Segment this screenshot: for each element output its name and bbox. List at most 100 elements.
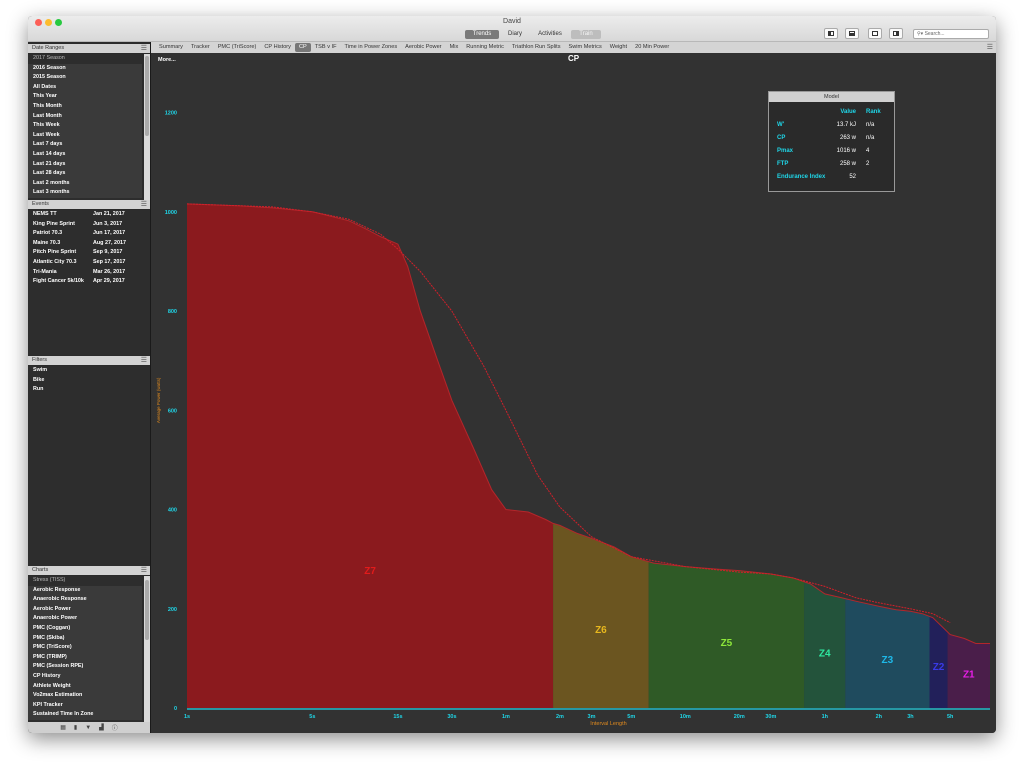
x-tick-label: 15s bbox=[393, 714, 402, 720]
main-area: Summary Tracker PMC (TriScore) CP History CP… bbox=[151, 42, 996, 733]
filters-header: Filters ☰ bbox=[28, 356, 150, 365]
events-header: Events ☰ bbox=[28, 200, 150, 209]
info-icon[interactable]: ⓘ bbox=[112, 723, 118, 732]
date-range-item[interactable]: All Dates bbox=[28, 82, 142, 93]
event-row[interactable]: Maine 70.3 Aug 27, 2017 bbox=[28, 239, 150, 249]
event-row[interactable]: NEMS TT Jan 21, 2017 bbox=[28, 210, 150, 220]
tab-chart[interactable]: CP bbox=[294, 43, 311, 52]
date-range-item[interactable]: Last 7 days bbox=[28, 140, 142, 150]
event-row[interactable]: Patriot 70.3 Jun 17, 2017 bbox=[28, 229, 150, 239]
view-diary-button[interactable]: Diary bbox=[501, 30, 529, 39]
chart-list-item[interactable]: PMC (TriScore) bbox=[28, 643, 142, 653]
tab-chart[interactable]: Triathlon Run Splits bbox=[508, 43, 565, 52]
event-row[interactable]: Fight Cancer 5k/10k Apr 29, 2017 bbox=[28, 277, 150, 287]
date-ranges-header: Date Ranges ☰ bbox=[28, 44, 150, 53]
tiled-view-button[interactable] bbox=[889, 28, 903, 39]
chart-list-item[interactable]: Anaerobic Power bbox=[28, 614, 142, 624]
date-range-item[interactable]: This Month bbox=[28, 101, 142, 112]
chart-list-item[interactable]: KPI Tracker bbox=[28, 700, 142, 711]
events-list: NEMS TT Jan 21, 2017 King Pine Sprint Jun 3… bbox=[28, 210, 150, 355]
date-ranges-scrollbar[interactable] bbox=[144, 54, 150, 200]
view-trends-button[interactable]: Trends bbox=[465, 30, 499, 39]
tab-chart[interactable]: Swim Metrics bbox=[565, 43, 606, 52]
filters-list: Swim Bike Run bbox=[28, 366, 150, 566]
date-range-item[interactable]: 2016 Season bbox=[28, 63, 142, 74]
date-range-item[interactable]: Last 3 months bbox=[28, 188, 142, 198]
chart-list-item[interactable]: PMC (Coggan) bbox=[28, 623, 142, 634]
chart-list-item[interactable]: CP History bbox=[28, 671, 142, 682]
tab-chart[interactable]: PMC (TriScore) bbox=[214, 43, 261, 52]
chart-list-item[interactable]: PMC (Session RPE) bbox=[28, 662, 142, 672]
model-row-rank: n/a bbox=[866, 122, 875, 128]
charts-scrollbar[interactable] bbox=[144, 576, 150, 722]
toggle-bottom-panel-button[interactable] bbox=[845, 28, 859, 39]
date-ranges-menu-icon[interactable]: ☰ bbox=[141, 44, 147, 53]
date-range-item[interactable]: Last 28 days bbox=[28, 169, 142, 179]
zone-label: Z5 bbox=[721, 638, 733, 649]
event-row[interactable]: Pitch Pine Sprint Sep 9, 2017 bbox=[28, 248, 150, 258]
tab-chart[interactable]: Weight bbox=[606, 43, 631, 52]
event-row[interactable]: Atlantic City 70.3 Sep 17, 2017 bbox=[28, 258, 150, 268]
tab-chart[interactable]: Summary bbox=[155, 43, 187, 52]
chart-list-item[interactable]: PMC (TRIMP) bbox=[28, 652, 142, 663]
tab-chart[interactable]: CP History bbox=[260, 43, 295, 52]
date-range-item[interactable]: Last Week bbox=[28, 130, 142, 141]
zone-label: Z1 bbox=[963, 670, 975, 681]
tab-chart[interactable]: Tracker bbox=[187, 43, 214, 52]
date-range-item[interactable]: This Year bbox=[28, 92, 142, 102]
charts-menu-icon[interactable]: ☰ bbox=[141, 566, 147, 575]
zone-label: Z4 bbox=[819, 649, 831, 660]
model-row: Endurance Index 52 bbox=[769, 172, 894, 182]
calendar-icon[interactable]: ▦ bbox=[60, 724, 66, 731]
tab-chart[interactable]: 20 Min Power bbox=[631, 43, 673, 52]
chart-list-item[interactable]: Sustained Time In Zone bbox=[28, 710, 142, 720]
app-window: David Trends Diary Activities Train ⚲▾ S… bbox=[28, 16, 996, 733]
chart-list-item[interactable]: Aerobic Response bbox=[28, 585, 142, 596]
date-range-item[interactable]: Last 2 months bbox=[28, 178, 142, 189]
tab-chart[interactable]: Time in Power Zones bbox=[341, 43, 402, 52]
chart-list-item[interactable]: Vo2max Estimation bbox=[28, 691, 142, 701]
event-row[interactable]: Tri-Mania Mar 26, 2017 bbox=[28, 268, 150, 278]
chart-list-item[interactable]: PMC (Skiba) bbox=[28, 633, 142, 644]
charts-list: Stress (TISS) Aerobic Response Anaerobic R… bbox=[28, 576, 142, 722]
window-title: David bbox=[503, 18, 521, 25]
chart-list-item[interactable]: Aerobic Power bbox=[28, 604, 142, 615]
date-range-item[interactable]: 2017 Season bbox=[28, 54, 142, 64]
chart-list-item[interactable]: Athlete Weight bbox=[28, 681, 142, 692]
date-range-item[interactable]: Last Month bbox=[28, 111, 142, 122]
filter-icon[interactable]: ▼ bbox=[85, 725, 91, 731]
events-menu-icon[interactable]: ☰ bbox=[141, 200, 147, 209]
date-range-item[interactable]: Last 21 days bbox=[28, 159, 142, 170]
date-range-item[interactable]: 2015 Season bbox=[28, 73, 142, 83]
titlebar: David Trends Diary Activities Train ⚲▾ S… bbox=[28, 16, 996, 42]
model-header: Model bbox=[769, 92, 894, 102]
tab-chart[interactable]: Aerobic Power bbox=[401, 43, 445, 52]
view-activities-button[interactable]: Activities bbox=[531, 30, 569, 39]
tab-chart[interactable]: Mix bbox=[446, 43, 463, 52]
filter-item[interactable]: Run bbox=[28, 385, 150, 395]
x-tick-label: 1s bbox=[184, 714, 190, 720]
tab-chart[interactable]: Running Metric bbox=[462, 43, 508, 52]
filter-item[interactable]: Swim bbox=[28, 366, 150, 376]
tab-chart[interactable]: TSB v IF bbox=[311, 43, 341, 52]
events-title: Events bbox=[32, 201, 49, 207]
event-name: Maine 70.3 bbox=[33, 239, 61, 246]
filters-menu-icon[interactable]: ☰ bbox=[141, 356, 147, 365]
search-input[interactable]: ⚲▾ Search... bbox=[913, 29, 989, 39]
filter-item[interactable]: Bike bbox=[28, 376, 150, 386]
tabbed-view-button[interactable] bbox=[868, 28, 882, 39]
date-range-item[interactable]: Last 14 days bbox=[28, 149, 142, 160]
event-row[interactable]: King Pine Sprint Jun 3, 2017 bbox=[28, 220, 150, 230]
x-axis-label: Interval Length bbox=[590, 721, 626, 727]
event-date: Jan 21, 2017 bbox=[93, 211, 125, 217]
chart-list-item[interactable]: Anaerobic Response bbox=[28, 595, 142, 605]
chart-list-item[interactable]: Stress (TISS) bbox=[28, 576, 142, 586]
date-ranges-title: Date Ranges bbox=[32, 45, 65, 51]
view-train-button[interactable]: Train bbox=[571, 30, 601, 39]
toggle-sidebar-button[interactable] bbox=[824, 28, 838, 39]
bookmark-icon[interactable]: ▮ bbox=[74, 724, 77, 731]
chart-icon[interactable]: ▟ bbox=[99, 724, 104, 731]
date-range-item[interactable]: This Week bbox=[28, 121, 142, 131]
tabbar-menu-icon[interactable]: ☰ bbox=[987, 43, 993, 51]
model-row-label: CP bbox=[777, 135, 786, 141]
